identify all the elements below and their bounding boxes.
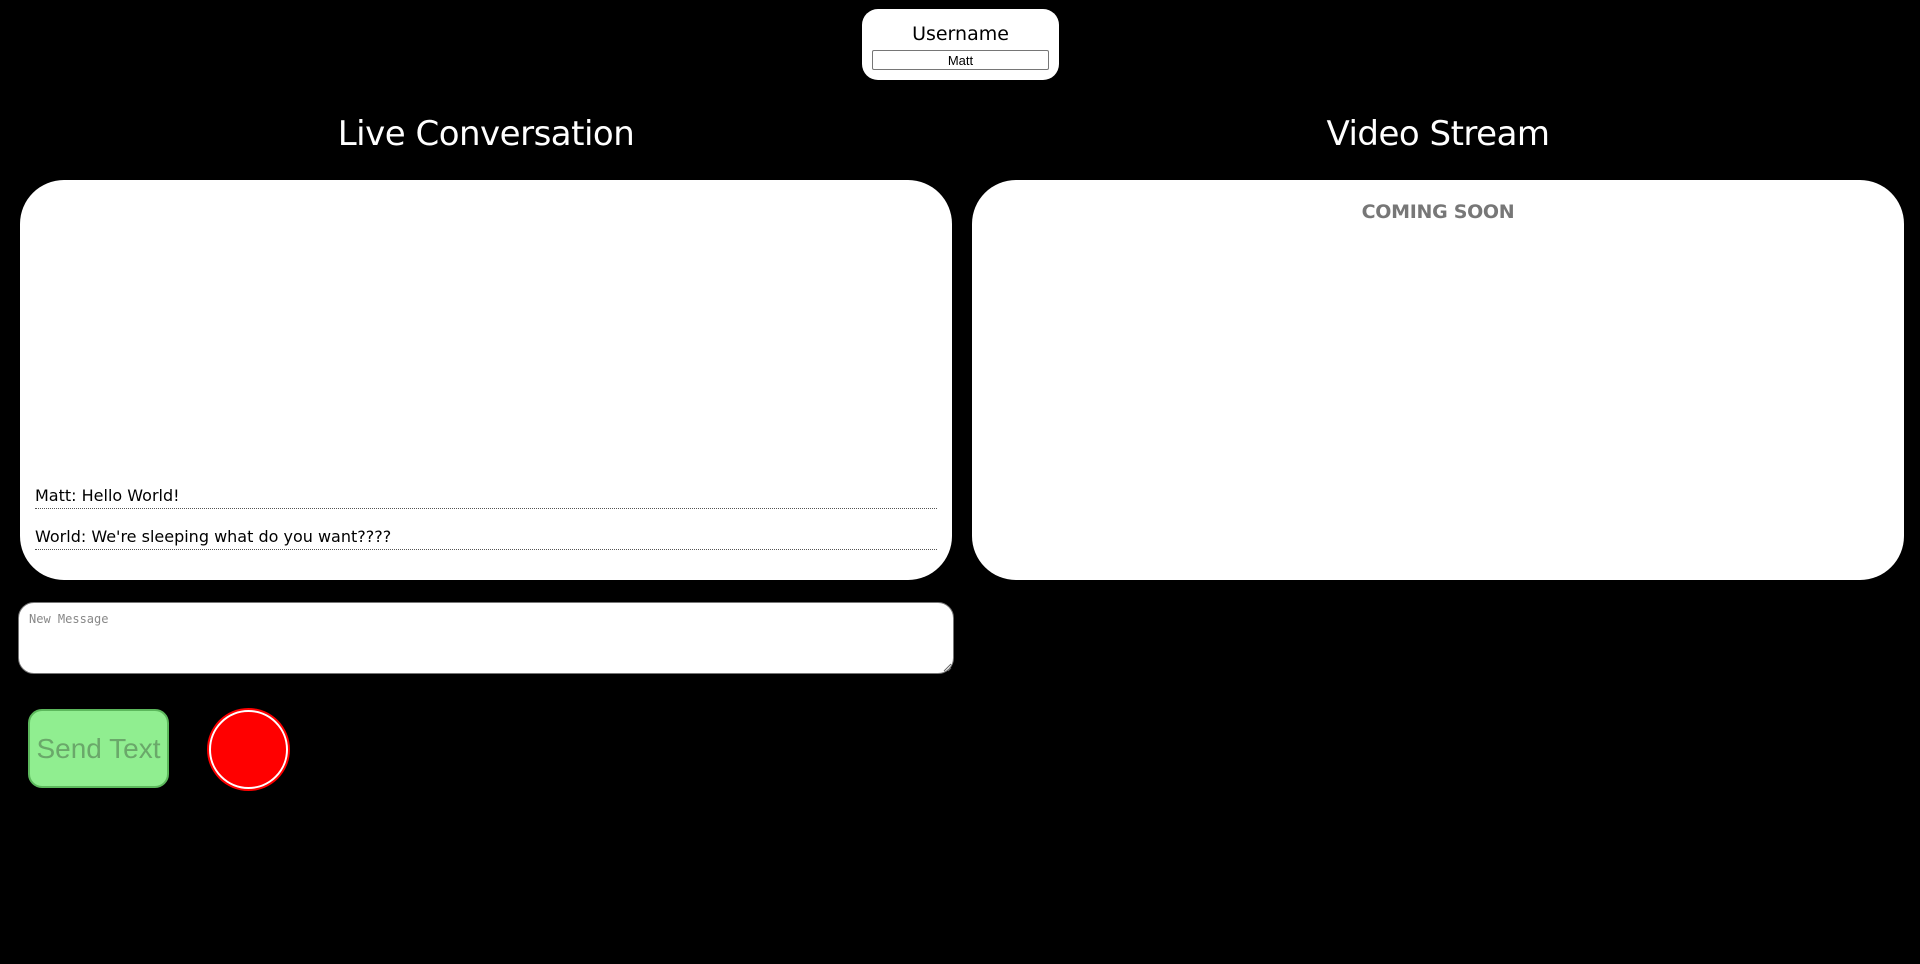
video-heading: Video Stream	[1326, 114, 1550, 154]
conversation-heading: Live Conversation	[337, 114, 635, 154]
chat-message: World: We're sleeping what do you want??…	[35, 523, 937, 550]
video-panel: COMING SOON	[972, 180, 1904, 580]
username-input[interactable]	[872, 50, 1049, 70]
conversation-panel: Matt: Hello World! World: We're sleeping…	[20, 180, 952, 580]
new-message-input[interactable]	[18, 602, 954, 674]
username-label: Username	[912, 23, 1009, 45]
send-text-button[interactable]: Send Text	[28, 709, 169, 788]
record-button[interactable]	[209, 710, 288, 789]
video-status: COMING SOON	[1361, 201, 1515, 223]
username-box: Username	[862, 9, 1059, 80]
message-list: Matt: Hello World! World: We're sleeping…	[35, 468, 937, 550]
page: Username Live Conversation Video Stream …	[0, 0, 1920, 964]
chat-message: Matt: Hello World!	[35, 482, 937, 509]
